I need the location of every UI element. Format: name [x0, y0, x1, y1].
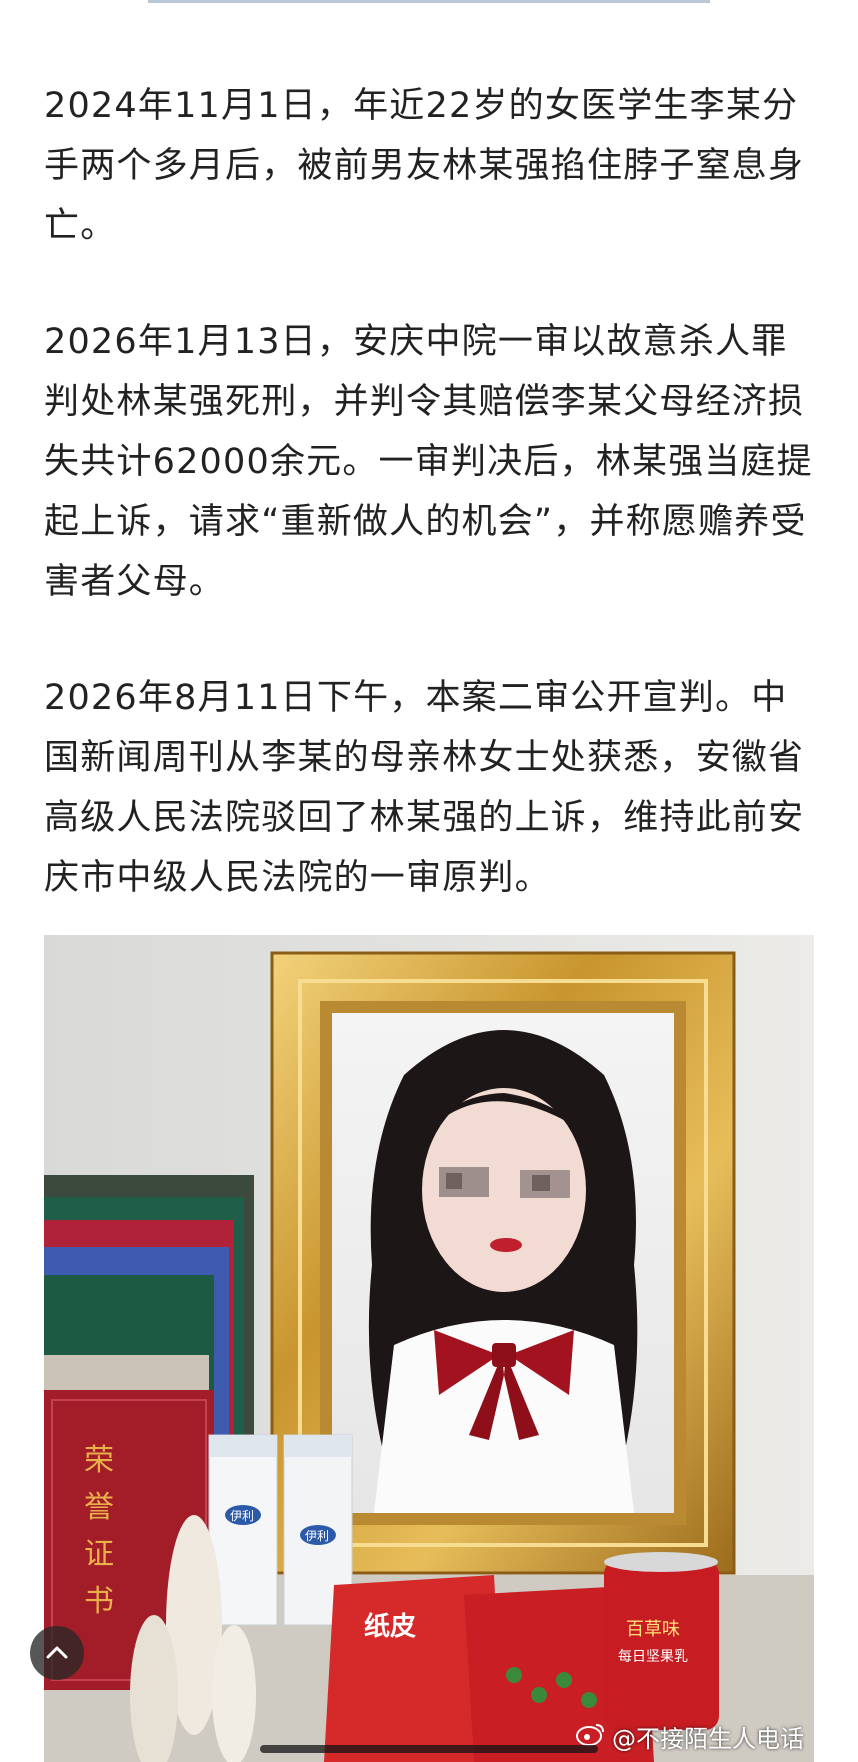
memorial-photo-illustration: 荣 誉 证 书 伊利 伊利 纸皮 百草味 每日坚果乳: [44, 935, 814, 1762]
article-paragraph-1: 2024年11月1日，年近22岁的女医学生李某分手两个多月后，被前男友林某强掐住…: [44, 86, 805, 246]
article-paragraph-2: 2026年1月13日，安庆中院一审以故意杀人罪判处林某强死刑，并判令其赔偿李某父…: [44, 322, 813, 602]
chevron-up-icon: [46, 1644, 68, 1663]
svg-text:伊利: 伊利: [305, 1529, 329, 1543]
svg-text:伊利: 伊利: [230, 1509, 254, 1523]
top-divider: [148, 0, 710, 3]
portrait: [368, 1030, 638, 1513]
svg-text:誉: 誉: [84, 1491, 114, 1524]
back-to-top-button[interactable]: [30, 1626, 84, 1680]
svg-text:每日坚果乳: 每日坚果乳: [618, 1649, 688, 1665]
svg-text:书: 书: [84, 1585, 114, 1618]
svg-text:纸皮: 纸皮: [364, 1611, 416, 1642]
svg-text:证: 证: [84, 1538, 114, 1571]
svg-text:荣: 荣: [84, 1444, 114, 1477]
article-body: 2024年11月1日，年近22岁的女医学生李某分手两个多月后，被前男友林某强掐住…: [44, 76, 814, 908]
drink-can: 百草味 每日坚果乳: [604, 1552, 719, 1730]
home-indicator[interactable]: [260, 1745, 598, 1753]
svg-text:百草味: 百草味: [626, 1619, 680, 1640]
article-paragraph-3: 2026年8月11日下午，本案二审公开宣判。中国新闻周刊从李某的母亲林女士处获悉…: [44, 678, 805, 898]
weibo-watermark: @不接陌生人电话: [576, 1719, 804, 1754]
watermark-text: @不接陌生人电话: [612, 1725, 804, 1753]
memorial-photo[interactable]: 荣 誉 证 书 伊利 伊利 纸皮 百草味 每日坚果乳 @不接陌生人电话: [44, 935, 814, 1762]
